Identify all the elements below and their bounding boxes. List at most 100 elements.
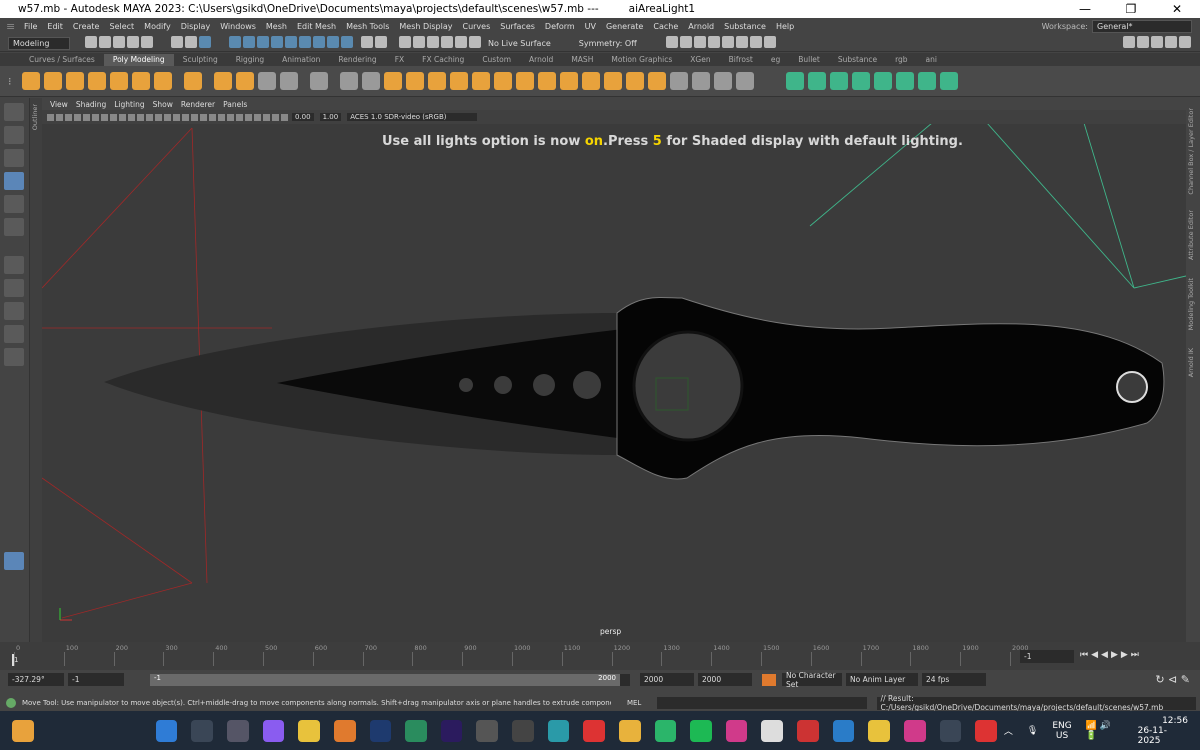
field-chart-icon[interactable] (137, 113, 144, 121)
wireframe-icon[interactable] (164, 113, 171, 121)
safe-title-icon[interactable] (155, 113, 162, 121)
soften-edge-icon[interactable] (874, 72, 892, 90)
hypershade-icon[interactable] (721, 35, 734, 48)
notion-icon[interactable] (761, 719, 784, 742)
minimize-button[interactable]: — (1062, 2, 1108, 16)
close-button[interactable]: ✕ (1154, 2, 1200, 16)
spotify-icon[interactable] (690, 719, 712, 742)
shelf-tab-fx-caching[interactable]: FX Caching (413, 54, 473, 66)
shelf-tab-xgen[interactable]: XGen (681, 54, 719, 66)
new-scene-icon[interactable] (85, 35, 97, 48)
camera-attributes-icon[interactable] (56, 113, 63, 121)
shelf-tab-ani[interactable]: ani (917, 54, 946, 66)
pick-render-icon[interactable] (327, 35, 339, 48)
shelf-tab-sculpting[interactable]: Sculpting (174, 54, 227, 66)
save-scene-icon[interactable] (113, 35, 125, 48)
sign-in-icon[interactable] (1123, 35, 1135, 48)
backface-culling-icon[interactable] (281, 113, 288, 121)
range-start-field[interactable]: -327.29° (8, 673, 64, 686)
menu-cache[interactable]: Cache (653, 22, 678, 31)
after-effects-icon[interactable] (440, 719, 463, 742)
gate-mask-icon[interactable] (128, 113, 135, 121)
xray-icon[interactable] (263, 113, 270, 121)
pick-dynamics-icon[interactable] (313, 35, 325, 48)
delete-history-icon[interactable] (786, 72, 804, 90)
menu-windows[interactable]: Windows (220, 22, 256, 31)
search-icon[interactable] (191, 719, 214, 742)
davinci-icon[interactable] (512, 719, 534, 742)
separate-icon[interactable] (428, 72, 446, 90)
whatsapp-icon[interactable] (654, 719, 677, 742)
anim-end-field[interactable]: 2000 (640, 673, 694, 686)
poly-text-icon[interactable] (258, 72, 276, 90)
snap-view-plane-icon[interactable] (455, 35, 467, 48)
viewport-menu-lighting[interactable]: Lighting (114, 100, 144, 109)
light-editor-icon[interactable] (749, 35, 762, 48)
sculpt-icon[interactable] (670, 72, 688, 90)
paint-select-tool-icon[interactable] (4, 149, 24, 167)
viewport-menu-renderer[interactable]: Renderer (181, 100, 215, 109)
film-gate-icon[interactable] (110, 113, 117, 121)
snap-projected-icon[interactable] (441, 35, 453, 48)
menu-select[interactable]: Select (109, 22, 134, 31)
live-surface-label[interactable]: No Live Surface (488, 39, 551, 48)
super-shape-icon[interactable] (214, 72, 232, 90)
render-current-icon[interactable] (679, 35, 692, 48)
conform-icon[interactable] (918, 72, 936, 90)
playback-controls[interactable]: ⏮◀◀▶▶⏭ (1080, 650, 1142, 660)
snap-point-icon[interactable] (427, 35, 439, 48)
scene-canvas[interactable] (42, 98, 1186, 642)
select-tool-icon[interactable] (4, 103, 24, 121)
boolean-icon[interactable] (494, 72, 512, 90)
grid-toggle-icon[interactable] (101, 113, 108, 121)
colorspace-dropdown[interactable]: ACES 1.0 SDR-video (sRGB) (347, 113, 478, 121)
pick-handles-icon[interactable] (243, 35, 255, 48)
layout-outliner-icon[interactable] (4, 325, 24, 343)
use-all-lights-icon[interactable] (200, 113, 207, 121)
grease-pencil-icon[interactable] (92, 113, 99, 121)
blender-icon[interactable] (333, 719, 356, 742)
menu-tearoff-icon[interactable]: ≡ (6, 20, 18, 33)
loop-icon[interactable]: ↻ ⊲ ✎ (1155, 673, 1190, 686)
type-tool-icon[interactable] (310, 72, 328, 90)
viewport-persp[interactable]: View Shading Lighting Show Renderer Pane… (42, 98, 1186, 642)
edge-icon[interactable] (405, 719, 427, 742)
extrude-icon[interactable] (626, 72, 644, 90)
shelf-tab-animation[interactable]: Animation (273, 54, 329, 66)
shelf-tab-rigging[interactable]: Rigging (227, 54, 273, 66)
anti-aliasing-icon[interactable] (236, 113, 243, 121)
textured-icon[interactable] (191, 113, 198, 121)
shelf-tab-fx[interactable]: FX (386, 54, 413, 66)
bevel-icon[interactable] (648, 72, 666, 90)
menu-surfaces[interactable]: Surfaces (500, 22, 535, 31)
shelf-tab-rendering[interactable]: Rendering (329, 54, 385, 66)
sweep-mesh-icon[interactable] (236, 72, 254, 90)
target-weld-icon[interactable] (714, 72, 732, 90)
character-set-field[interactable]: No Character Set (782, 671, 842, 689)
command-input[interactable] (656, 697, 867, 709)
render-setup-icon[interactable] (735, 35, 748, 48)
menu-mesh[interactable]: Mesh (266, 22, 287, 31)
safe-action-icon[interactable] (146, 113, 153, 121)
shelf-options-icon[interactable]: ⁝ (8, 75, 20, 88)
instagram-2-icon[interactable] (903, 719, 926, 742)
lasso-tool-icon[interactable] (4, 126, 24, 144)
remesh-icon[interactable] (516, 72, 534, 90)
tool-settings-toggle-icon[interactable] (1165, 35, 1177, 48)
multi-cut-icon[interactable] (692, 72, 710, 90)
poly-cube-icon[interactable] (44, 72, 62, 90)
time-slider[interactable]: 0 100 200 300 400 500 600 700 800 900 1000 1100 1200… (0, 642, 1200, 670)
pick-mask-icon[interactable] (229, 35, 241, 48)
render-settings-icon[interactable] (707, 35, 720, 48)
2d-pan-zoom-icon[interactable] (83, 113, 90, 121)
menu-mesh-display[interactable]: Mesh Display (399, 22, 452, 31)
shelf-tab-eg[interactable]: eg (762, 54, 789, 66)
network-volume-icons[interactable]: 📶 🔊 🔋 (1086, 721, 1124, 741)
mirror-icon[interactable] (450, 72, 468, 90)
start-icon[interactable] (155, 719, 178, 742)
reduce-icon[interactable] (560, 72, 578, 90)
tab-attribute-editor[interactable]: Attribute Editor (1187, 210, 1199, 260)
scale-tool-icon[interactable] (4, 218, 24, 236)
camera-select-icon[interactable] (47, 113, 54, 121)
viewport-menu-view[interactable]: View (50, 100, 68, 109)
